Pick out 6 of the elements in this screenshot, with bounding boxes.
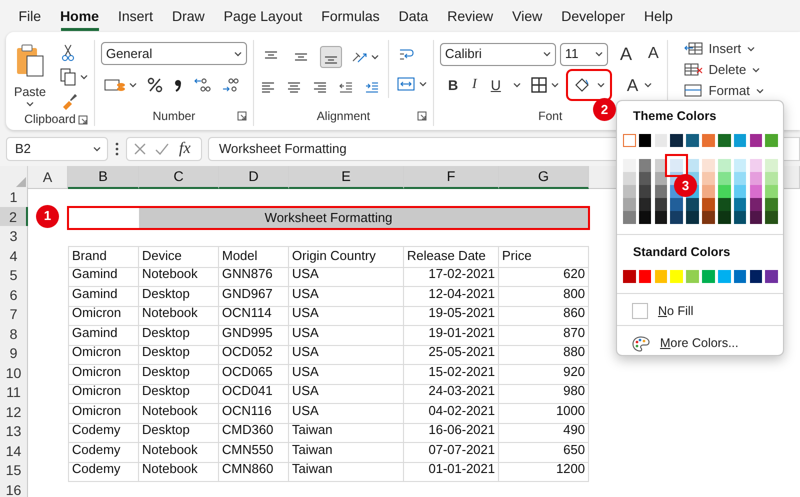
- group-label: Number: [152, 108, 196, 125]
- group-label: Font: [538, 108, 562, 125]
- section-title: Standard Colors: [632, 244, 732, 261]
- group-label: Alignment: [316, 108, 370, 125]
- group-label: Clipboard: [24, 111, 76, 128]
- section-title: Theme Colors: [632, 108, 718, 125]
